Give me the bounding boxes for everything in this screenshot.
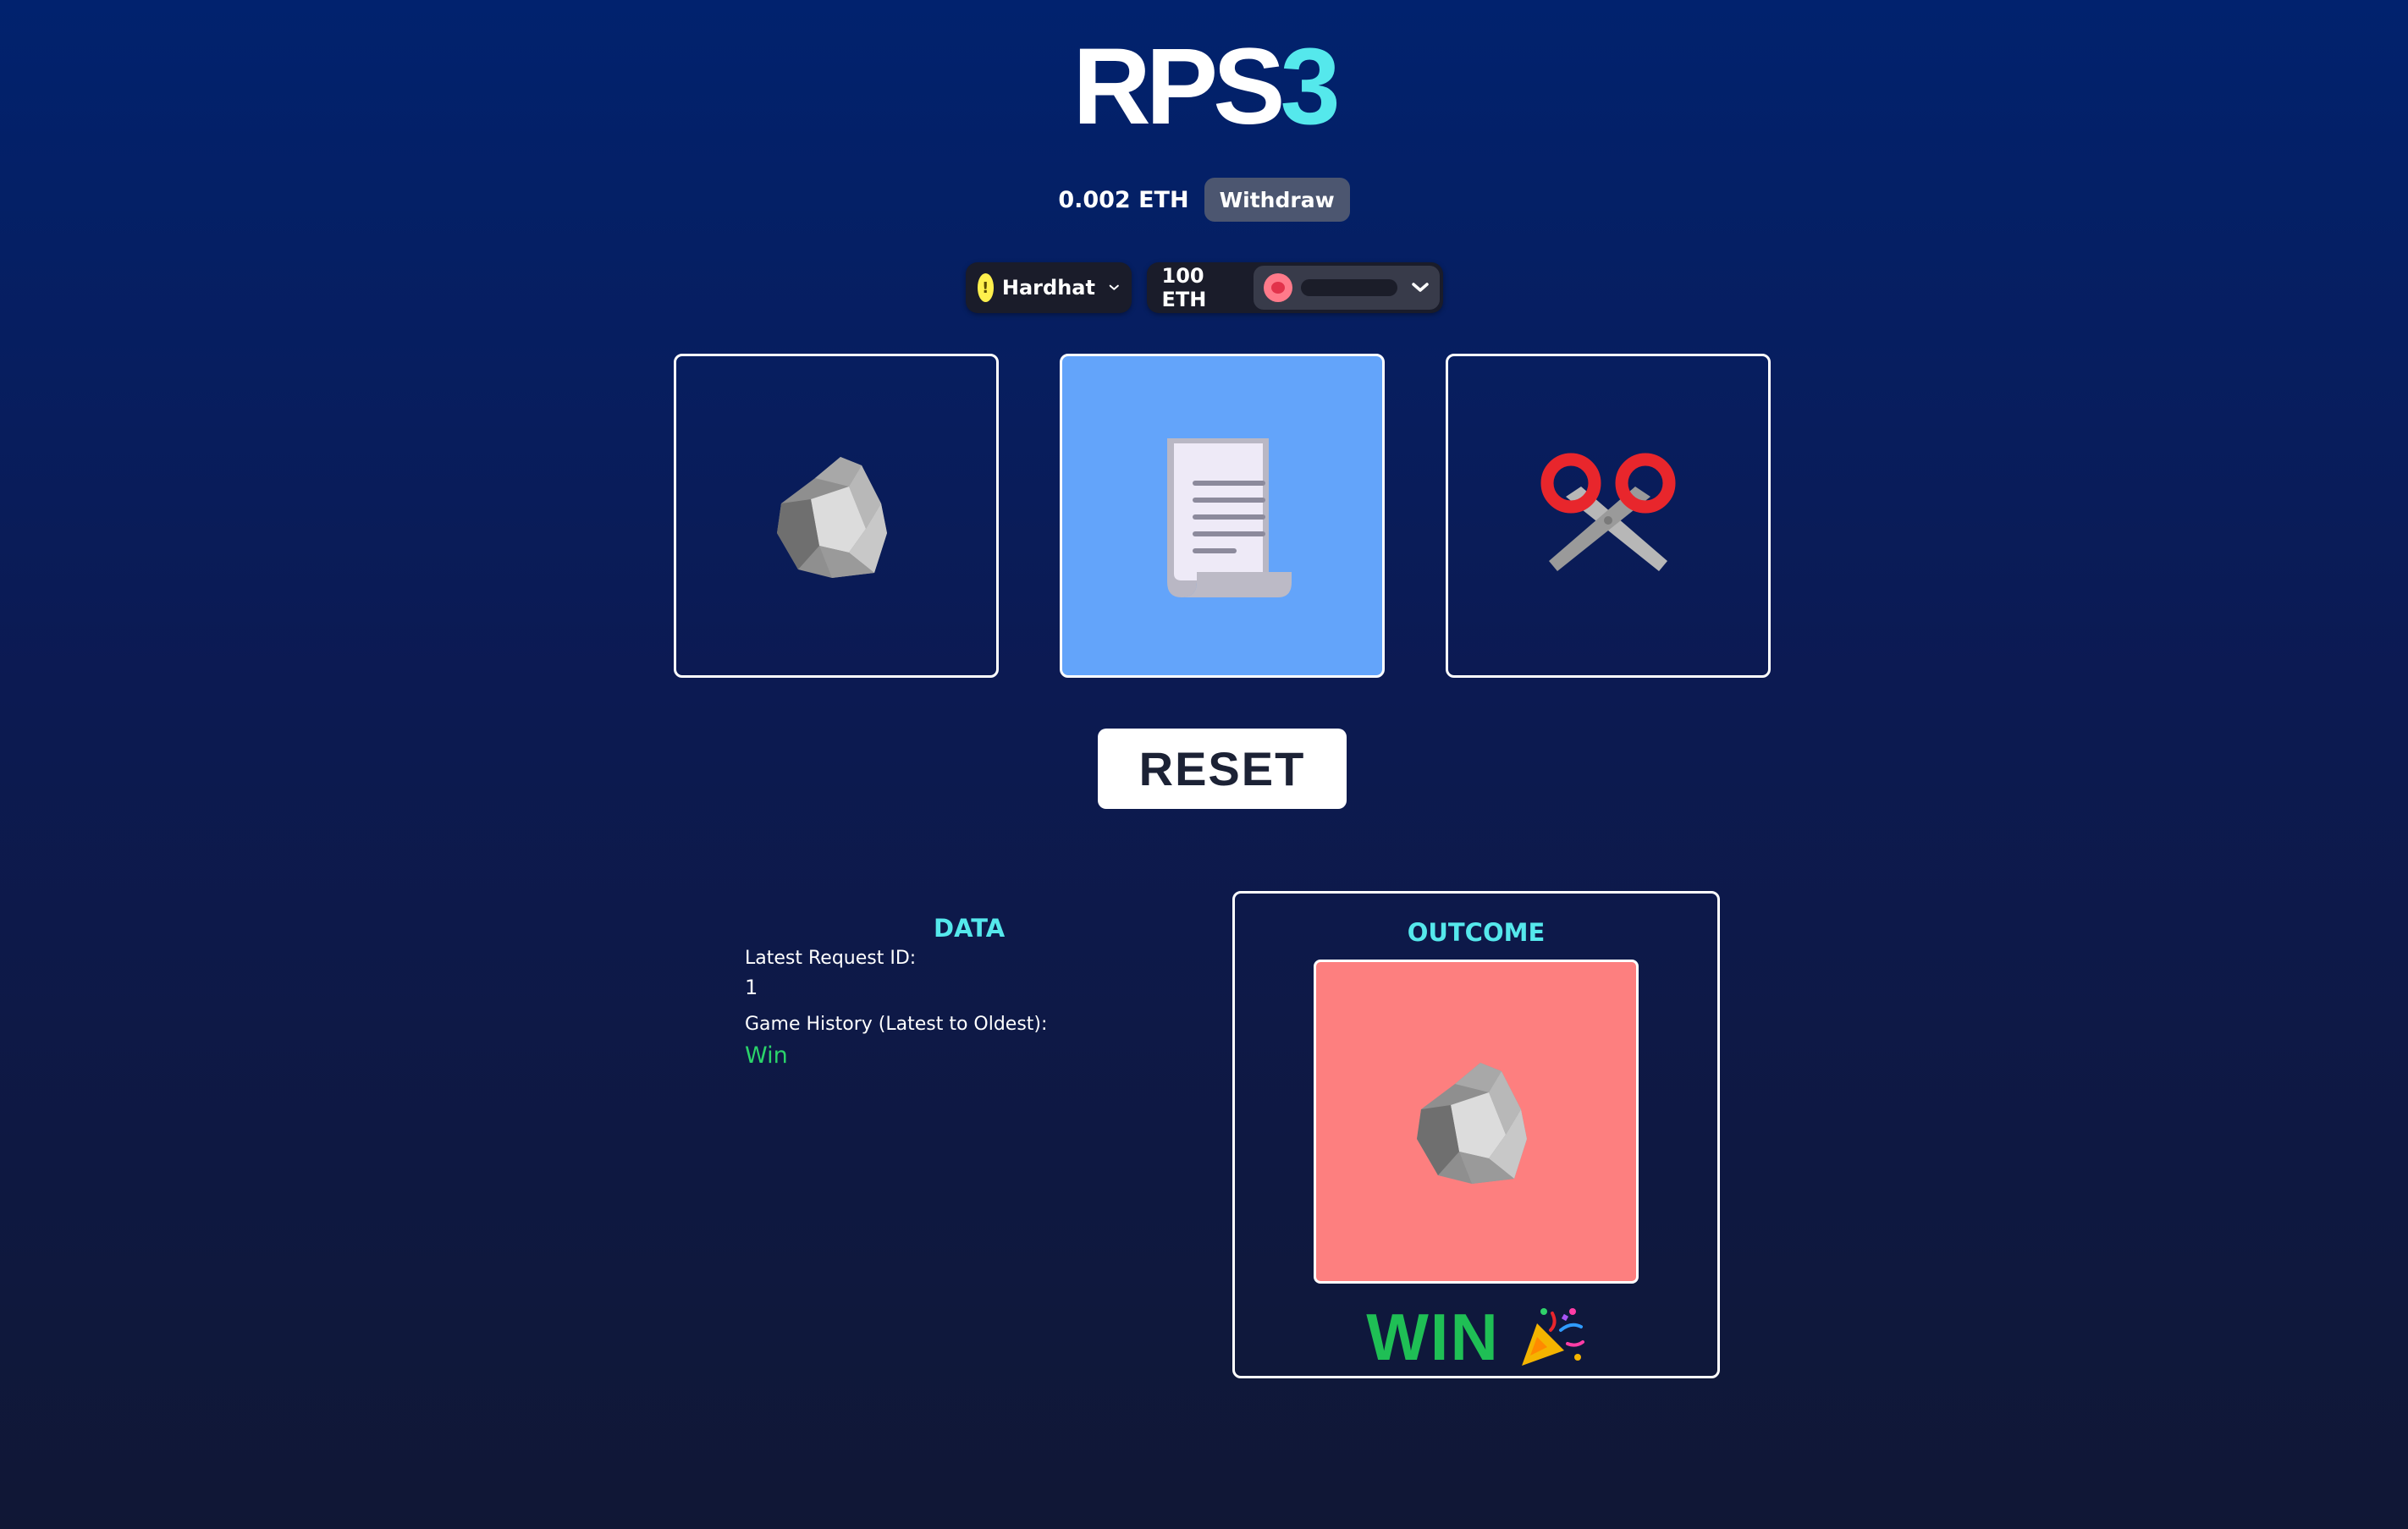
choice-paper-card[interactable]	[1060, 354, 1385, 678]
chevron-down-icon	[1109, 284, 1119, 290]
account-address-placeholder	[1300, 279, 1397, 296]
account-selector[interactable]: 100 ETH	[1146, 262, 1443, 313]
game-history-value: Win	[745, 1042, 788, 1069]
party-popper-icon	[1521, 1308, 1584, 1366]
latest-request-value: 1	[745, 976, 758, 999]
choice-rock-card[interactable]	[674, 354, 999, 678]
outcome-card	[1314, 960, 1639, 1284]
choice-scissors-card[interactable]	[1446, 354, 1771, 678]
wallet-connect-row: ! Hardhat 100 ETH	[0, 262, 2408, 313]
hardhat-network-icon: !	[977, 273, 994, 302]
contract-balance: 0.002 ETH	[1058, 186, 1189, 213]
game-history-label: Game History (Latest to Oldest):	[745, 1014, 1048, 1035]
outcome-title: OUTCOME	[1407, 918, 1546, 947]
outcome-result-text: WIN	[1366, 1299, 1500, 1374]
rock-icon	[777, 456, 887, 578]
account-avatar-icon	[1263, 273, 1292, 302]
account-balance: 100 ETH	[1161, 264, 1207, 311]
title-accent: 3	[1280, 26, 1341, 147]
reset-button[interactable]: RESET	[1098, 729, 1347, 809]
withdraw-button[interactable]: Withdraw	[1204, 178, 1350, 222]
contract-balance-row: 0.002 ETH Withdraw	[0, 177, 2408, 223]
rock-icon	[1417, 1062, 1527, 1184]
chevron-down-icon	[1411, 283, 1429, 292]
paper-icon	[1167, 437, 1292, 597]
outcome-result: WIN	[1232, 1295, 1720, 1379]
network-selector[interactable]: ! Hardhat	[965, 262, 1132, 313]
title-main: RPS	[1072, 26, 1285, 147]
network-label: Hardhat	[1001, 276, 1095, 300]
app-title: RPS3	[0, 24, 2408, 151]
data-title: DATA	[934, 914, 1006, 943]
latest-request-label: Latest Request ID:	[745, 948, 917, 969]
account-button[interactable]	[1253, 266, 1440, 310]
scissors-icon	[1540, 453, 1676, 571]
